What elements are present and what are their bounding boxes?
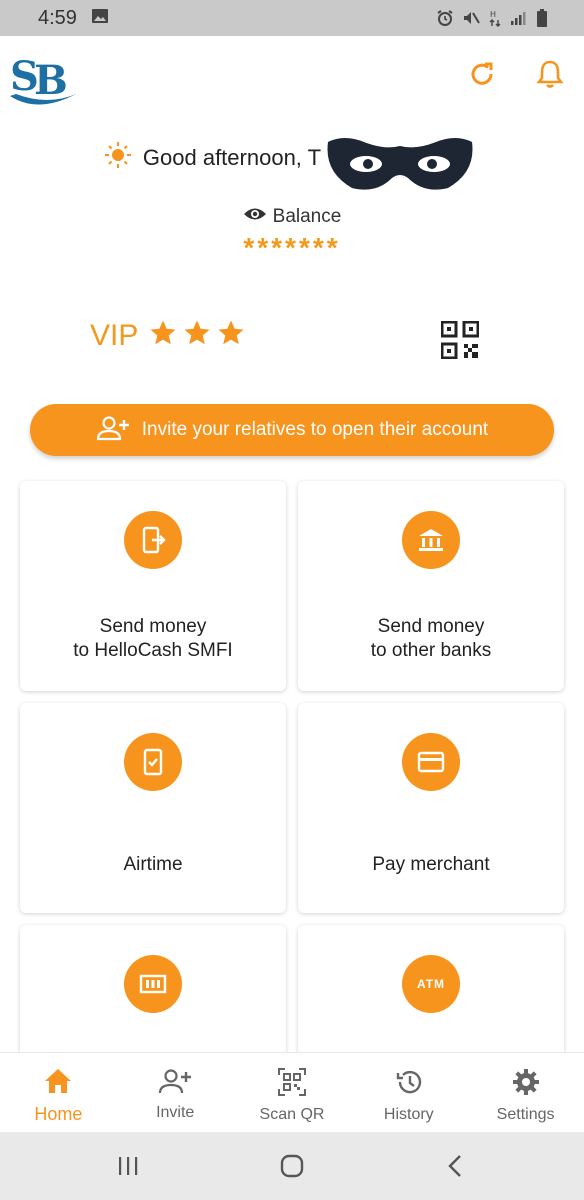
add-user-icon [96,415,130,446]
home-button-icon[interactable] [278,1152,306,1180]
history-icon [394,1067,424,1102]
send-money-hellocash-card[interactable]: Send money to HelloCash SMFI [20,481,286,691]
bank-icon [402,511,460,569]
invite-relatives-button[interactable]: Invite your relatives to open their acco… [30,404,554,456]
mute-icon [462,9,480,27]
signal-icon [510,9,528,27]
greeting: Good afternoon, T [0,140,584,175]
nav-invite[interactable]: Invite [117,1053,234,1132]
mobile-check-icon [124,733,182,791]
nav-label: Invite [156,1104,195,1121]
battery-icon [536,8,548,28]
sun-icon [103,140,133,175]
card-label: Pay merchant [372,854,490,875]
bill-payment-card[interactable] [20,925,286,1065]
qr-scan-icon [277,1067,307,1102]
card-icon [402,733,460,791]
nav-label: Home [34,1104,83,1124]
recent-apps-icon[interactable] [114,1152,142,1180]
bell-icon[interactable] [534,58,566,90]
back-icon[interactable] [442,1152,470,1180]
home-icon [43,1067,73,1100]
svg-text:B: B [34,57,68,104]
atm-card[interactable]: ATM [298,925,564,1065]
gear-icon [511,1067,541,1102]
atm-icon-text: ATM [416,977,446,991]
refresh-icon[interactable] [466,58,498,90]
star-icon [182,318,212,353]
nav-home[interactable]: Home [0,1053,117,1132]
pay-merchant-card[interactable]: Pay merchant [298,703,564,913]
status-time: 4:59 [38,6,77,29]
logo: S B [8,44,80,108]
airtime-card[interactable]: Airtime [20,703,286,913]
bill-icon [124,955,182,1013]
balance-label: Balance [272,205,342,227]
vip-stars [148,318,246,353]
greeting-text: Good afternoon, T [142,144,322,170]
data-icon: H [488,9,502,27]
system-navigation-bar [0,1132,584,1200]
atm-icon: ATM [402,955,460,1013]
card-label: Send money to other banks [370,616,492,661]
balance-value: ******* [243,232,341,263]
nav-history[interactable]: History [350,1053,467,1132]
nav-scan-qr[interactable]: Scan QR [234,1053,351,1132]
redaction-mask [324,132,476,196]
star-icon [216,318,246,353]
image-icon [91,7,109,30]
nav-label: Settings [496,1106,555,1123]
phone-transfer-icon [124,511,182,569]
nav-label: Scan QR [259,1106,325,1123]
card-label: Airtime [123,854,183,875]
star-icon [148,318,178,353]
bottom-navigation: Home Invite Scan QR History Settings [0,1052,584,1132]
alarm-icon [436,9,454,27]
balance-toggle[interactable]: Balance [0,205,584,228]
svg-text:H: H [490,10,496,19]
app-header: S B [0,36,584,116]
add-user-icon [158,1067,192,1100]
qr-code-icon[interactable] [440,320,480,360]
status-bar: 4:59 H [0,0,584,36]
card-label: Send money to HelloCash SMFI [73,616,233,661]
eye-icon[interactable] [243,205,267,228]
nav-label: History [383,1106,434,1123]
send-money-other-banks-card[interactable]: Send money to other banks [298,481,564,691]
vip-status: VIP [90,318,246,353]
vip-label: VIP [90,318,139,352]
nav-settings[interactable]: Settings [467,1053,584,1132]
invite-banner-text: Invite your relatives to open their acco… [141,419,489,440]
